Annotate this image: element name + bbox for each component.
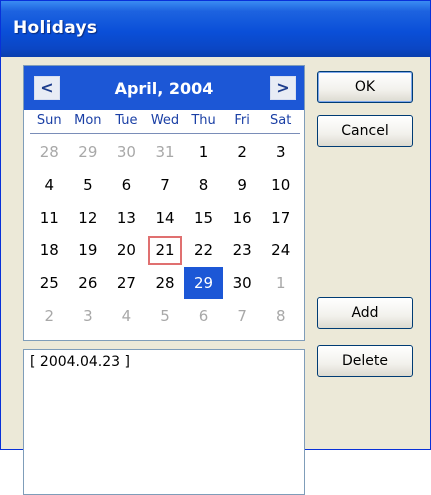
calendar-month-label: April, 2004 <box>114 79 214 98</box>
previous-month-button[interactable]: < <box>34 76 60 100</box>
calendar-day[interactable]: 13 <box>107 201 146 234</box>
calendar-day[interactable]: 2 <box>223 136 262 169</box>
calendar-day[interactable]: 18 <box>30 234 69 267</box>
calendar-day-selected[interactable]: 29 <box>184 266 223 300</box>
list-item[interactable]: [ 2004.04.23 ] <box>30 354 298 370</box>
calendar-day[interactable]: 6 <box>107 169 146 202</box>
cancel-button[interactable]: Cancel <box>317 115 413 147</box>
calendar-day[interactable]: 4 <box>30 169 69 202</box>
window-title: Holidays <box>13 18 98 38</box>
calendar-day[interactable]: 8 <box>184 169 223 202</box>
calendar-day[interactable]: 8 <box>261 299 300 332</box>
calendar-day[interactable]: 5 <box>69 169 108 202</box>
calendar-day[interactable]: 3 <box>69 299 108 332</box>
calendar-day[interactable]: 2 <box>30 299 69 332</box>
holiday-list[interactable]: [ 2004.04.23 ] <box>23 349 305 495</box>
calendar-day[interactable]: 22 <box>184 234 223 267</box>
calendar-day[interactable]: 28 <box>146 267 185 300</box>
calendar-day[interactable]: 24 <box>261 234 300 267</box>
calendar-day[interactable]: 23 <box>223 234 262 267</box>
calendar-day[interactable]: 1 <box>261 267 300 300</box>
calendar-day[interactable]: 25 <box>30 267 69 300</box>
weekday-wed: Wed <box>150 113 180 128</box>
holidays-window: Holidays < April, 2004 > Sun Mon Tue Wed… <box>0 0 431 495</box>
month-calendar: < April, 2004 > Sun Mon Tue Wed Thu Fri … <box>23 65 305 341</box>
calendar-day[interactable]: 12 <box>69 201 108 234</box>
calendar-day[interactable]: 7 <box>223 299 262 332</box>
calendar-day[interactable]: 16 <box>223 201 262 234</box>
title-bar[interactable]: Holidays <box>1 1 430 57</box>
calendar-day[interactable]: 30 <box>107 136 146 169</box>
calendar-day[interactable]: 4 <box>107 299 146 332</box>
calendar-day[interactable]: 28 <box>30 136 69 169</box>
ok-button[interactable]: OK <box>317 71 413 103</box>
calendar-header: < April, 2004 > <box>24 66 304 110</box>
calendar-day[interactable]: 1 <box>184 136 223 169</box>
weekday-sat: Sat <box>270 113 292 128</box>
next-month-button[interactable]: > <box>270 76 296 100</box>
weekday-header-row: Sun Mon Tue Wed Thu Fri Sat <box>30 113 300 134</box>
calendar-day[interactable]: 10 <box>261 169 300 202</box>
weekday-sun: Sun <box>36 113 62 128</box>
dialog-client-area: < April, 2004 > Sun Mon Tue Wed Thu Fri … <box>11 57 420 495</box>
weekday-mon: Mon <box>74 113 102 128</box>
calendar-day[interactable]: 3 <box>261 136 300 169</box>
calendar-day[interactable]: 7 <box>146 169 185 202</box>
calendar-day[interactable]: 27 <box>107 267 146 300</box>
calendar-day[interactable]: 15 <box>184 201 223 234</box>
calendar-day[interactable]: 20 <box>107 234 146 267</box>
calendar-day[interactable]: 29 <box>69 136 108 169</box>
calendar-day[interactable]: 26 <box>69 267 108 300</box>
calendar-day-today[interactable]: 21 <box>146 234 185 267</box>
calendar-day[interactable]: 9 <box>223 169 262 202</box>
weekday-tue: Tue <box>115 113 138 128</box>
calendar-day[interactable]: 30 <box>223 267 262 300</box>
weekday-fri: Fri <box>234 113 250 128</box>
calendar-day[interactable]: 19 <box>69 234 108 267</box>
calendar-day[interactable]: 5 <box>146 299 185 332</box>
weekday-thu: Thu <box>191 113 216 128</box>
calendar-day-grid: 28 29 30 31 1 2 3 4 5 6 7 8 9 10 11 12 1… <box>30 136 300 332</box>
calendar-day[interactable]: 14 <box>146 201 185 234</box>
delete-button[interactable]: Delete <box>317 345 413 377</box>
calendar-day[interactable]: 11 <box>30 201 69 234</box>
calendar-day[interactable]: 17 <box>261 201 300 234</box>
add-button[interactable]: Add <box>317 297 413 329</box>
calendar-day[interactable]: 6 <box>184 299 223 332</box>
calendar-day[interactable]: 31 <box>146 136 185 169</box>
